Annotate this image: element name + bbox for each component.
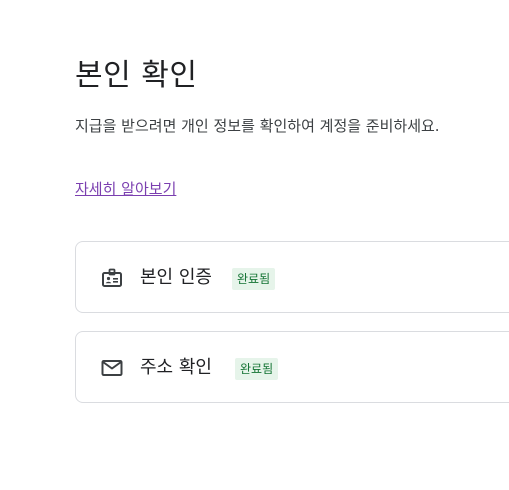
learn-more-link[interactable]: 자세히 알아보기 xyxy=(75,177,176,201)
mail-icon xyxy=(101,357,123,379)
page-title: 본인 확인 xyxy=(75,58,198,93)
identity-verification-card[interactable]: 본인 인증 완료됨 xyxy=(75,241,509,313)
address-verification-card[interactable]: 주소 확인 완료됨 xyxy=(75,331,509,403)
status-badge: 완료됨 xyxy=(232,268,276,290)
id-badge-icon xyxy=(101,267,123,289)
identity-verification-label: 본인 인증 xyxy=(140,267,212,288)
address-verification-label: 주소 확인 xyxy=(140,357,212,378)
page-description: 지급을 받으려면 개인 정보를 확인하여 계정을 준비하세요. xyxy=(75,117,440,135)
status-badge: 완료됨 xyxy=(235,358,279,380)
